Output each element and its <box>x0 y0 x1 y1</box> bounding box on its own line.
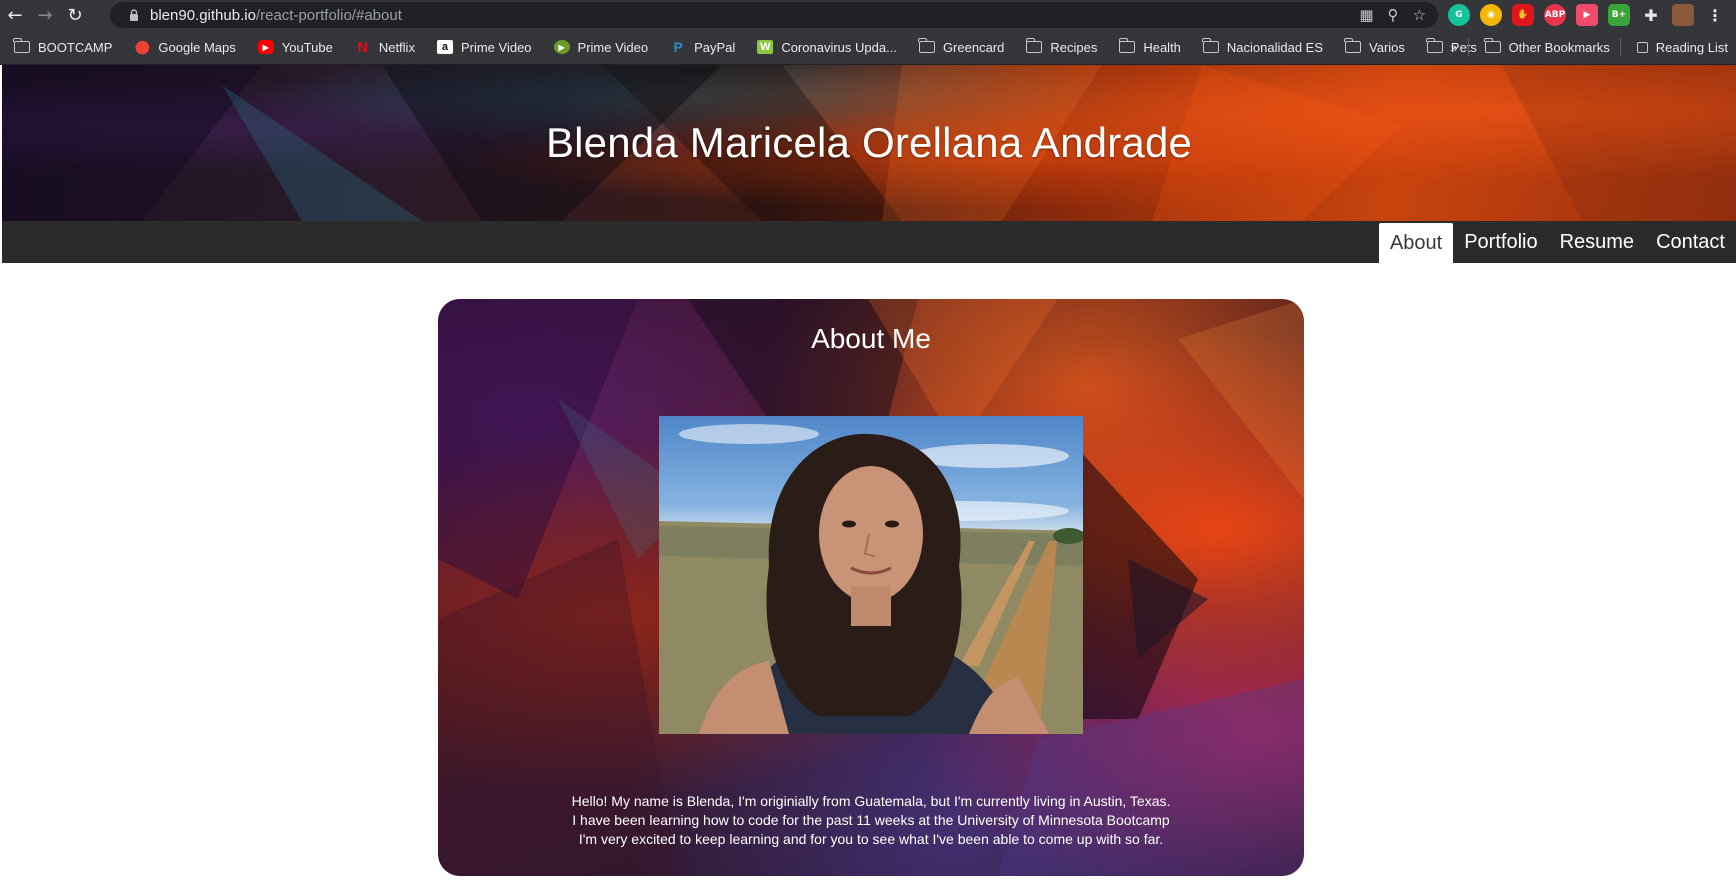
main-navbar: About Portfolio Resume Contact <box>2 221 1736 263</box>
zoom-icon[interactable]: ⚲ <box>1388 6 1399 24</box>
bookmark-recipes[interactable]: Recipes <box>1012 30 1105 64</box>
reload-icon[interactable]: ↻ <box>60 0 90 30</box>
chrome-extension-icon[interactable]: ◉ <box>1480 4 1502 26</box>
bookmark-nacionalidad-es[interactable]: Nacionalidad ES <box>1189 30 1331 64</box>
folder-icon <box>918 38 935 53</box>
bio-line: I'm very excited to keep learning and fo… <box>578 831 1164 847</box>
lock-icon <box>122 9 146 21</box>
reading-list-button[interactable]: Reading List <box>1623 30 1736 64</box>
prime-video-icon: ▶ <box>553 40 570 54</box>
paypal-icon: P <box>673 39 683 55</box>
about-me-title: About Me <box>811 323 931 354</box>
url-text: blen90.github.io/react-portfolio/#about <box>150 7 402 24</box>
bookmark-prime-video[interactable]: ▶ Prime Video <box>540 30 657 64</box>
bookmark-health[interactable]: Health <box>1105 30 1189 64</box>
folder-icon <box>1426 38 1443 53</box>
amazon-icon: a <box>436 40 453 54</box>
b-plus-icon[interactable]: B+ <box>1608 4 1630 26</box>
folder-icon <box>1118 38 1136 53</box>
header-banner: Blenda Maricela Orellana Andrade <box>2 65 1736 221</box>
folder-icon <box>13 38 30 53</box>
adblock-plus-icon[interactable]: ABP <box>1544 4 1566 26</box>
bookmark-coronavirus[interactable]: W Coronavirus Upda... <box>743 30 905 64</box>
stop-hand-icon[interactable]: ✋ <box>1512 4 1534 26</box>
folder-icon <box>1202 38 1219 53</box>
page-content: Blenda Maricela Orellana Andrade About P… <box>2 65 1736 896</box>
site-title: Blenda Maricela Orellana Andrade <box>545 119 1193 166</box>
about-card: About Me Hello! My name is Blenda, I'm o… <box>438 299 1304 876</box>
about-bio: Hello! My name is Blenda, I'm originiall… <box>438 792 1304 849</box>
forward-arrow-icon[interactable]: → <box>30 0 60 30</box>
qr-code-icon[interactable]: ▦ <box>1359 6 1373 24</box>
nav-contact-tab[interactable]: Contact <box>1645 221 1736 263</box>
reading-list-icon <box>1636 41 1648 53</box>
bookmark-netflix[interactable]: N Netflix <box>341 30 423 64</box>
nav-portfolio-tab[interactable]: Portfolio <box>1453 221 1548 263</box>
bookmark-paypal[interactable]: P PayPal <box>656 30 743 64</box>
google-maps-icon: ⬤ <box>135 39 150 54</box>
grammarly-icon[interactable]: G <box>1448 4 1470 26</box>
bio-line: I have been learning how to code for the… <box>572 812 1170 828</box>
bookmark-bootcamp[interactable]: BOOTCAMP <box>0 30 120 64</box>
address-bar[interactable]: blen90.github.io/react-portfolio/#about … <box>110 2 1438 28</box>
folder-icon <box>1025 38 1043 53</box>
nav-about-tab[interactable]: About <box>1378 223 1454 263</box>
extensions-puzzle-icon[interactable]: ✚ <box>1640 4 1662 26</box>
url-path: /react-portfolio/#about <box>255 6 402 24</box>
bio-line: Hello! My name is Blenda, I'm originiall… <box>571 793 1171 809</box>
url-host: blen90.github.io <box>150 6 256 24</box>
profile-avatar[interactable] <box>1672 4 1694 26</box>
bookmark-star-icon[interactable]: ☆ <box>1413 6 1426 24</box>
profile-photo-image <box>659 424 1083 734</box>
browser-toolbar: ← → ↻ blen90.github.io/react-portfolio/#… <box>0 0 1736 30</box>
bookmark-youtube[interactable]: ▶ YouTube <box>244 30 341 64</box>
folder-icon <box>1483 38 1501 53</box>
bookmark-google-maps[interactable]: ⬤ Google Maps <box>120 30 243 64</box>
video-extension-icon[interactable]: ▶ <box>1576 4 1598 26</box>
netflix-icon: N <box>357 38 369 56</box>
nav-resume-tab[interactable]: Resume <box>1549 221 1645 263</box>
bookmark-varios[interactable]: Varios <box>1331 30 1413 64</box>
bookmark-greencard[interactable]: Greencard <box>905 30 1012 64</box>
youtube-icon: ▶ <box>257 40 274 54</box>
profile-photo <box>659 416 1083 734</box>
menu-kebab-icon[interactable]: ⋮ <box>1704 4 1726 26</box>
bookmark-prime-video-amazon[interactable]: a Prime Video <box>423 30 540 64</box>
bookmarks-divider <box>1467 38 1469 56</box>
bookmarks-divider <box>1619 38 1621 56</box>
coronavirus-icon: W <box>757 40 774 54</box>
bookmarks-bar: BOOTCAMP ⬤ Google Maps ▶ YouTube N Netflix … <box>0 30 1736 65</box>
bookmark-other-bookmarks[interactable]: Other Bookmarks <box>1471 30 1618 64</box>
folder-icon <box>1344 38 1362 53</box>
back-arrow-icon[interactable]: ← <box>0 0 30 30</box>
bookmarks-overflow-button[interactable]: » <box>1442 30 1465 64</box>
